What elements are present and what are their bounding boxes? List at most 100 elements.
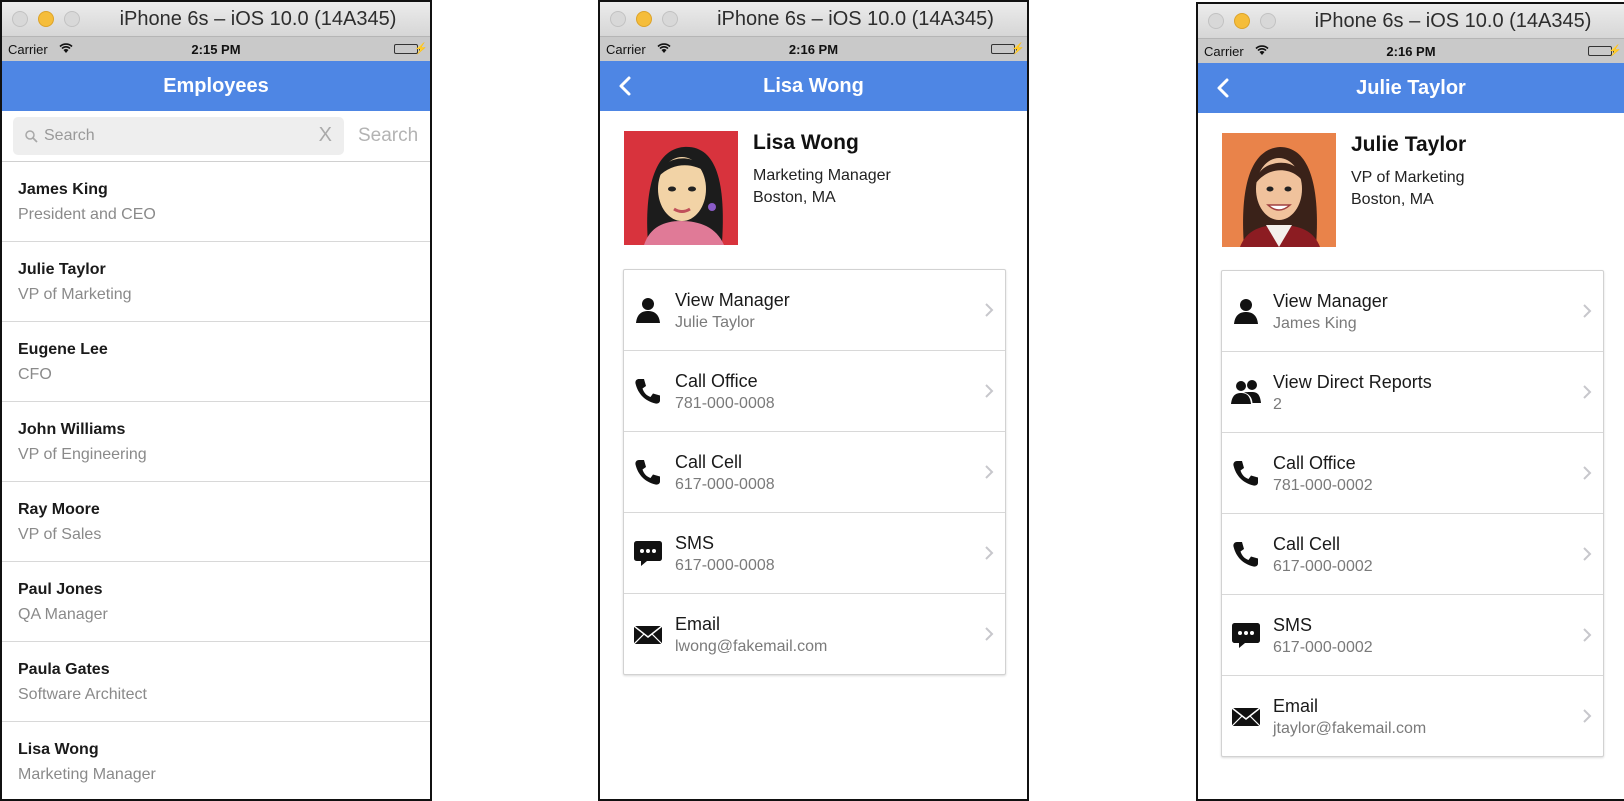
chevron-right-icon — [1583, 466, 1592, 480]
status-time: 2:16 PM — [788, 42, 839, 57]
mail-icon — [633, 625, 663, 645]
status-time: 2:16 PM — [1386, 44, 1436, 59]
employee-title: Software Architect — [18, 686, 147, 703]
action-value: 617-000-0008 — [675, 557, 775, 574]
action-label: SMS — [1273, 615, 1313, 635]
window-titlebar: iPhone 6s – iOS 10.0 (14A345) — [2, 2, 430, 37]
action-value: 781-000-0008 — [675, 395, 775, 412]
chevron-right-icon — [1583, 547, 1592, 561]
ios-status-bar: Carrier 2:16 PM ⚡ — [1198, 39, 1624, 63]
employee-row[interactable]: Paul Jones QA Manager — [2, 562, 430, 642]
minimize-window-button[interactable] — [636, 11, 652, 27]
minimize-window-button[interactable] — [38, 11, 54, 27]
action-label: Email — [1273, 696, 1319, 716]
profile-title: Marketing Manager — [753, 167, 891, 184]
simulator-window-lisa-wong: iPhone 6s – iOS 10.0 (14A345) Carrier 2:… — [598, 0, 1029, 801]
action-value: 2 — [1273, 396, 1282, 413]
chevron-right-icon — [985, 546, 994, 560]
window-title: iPhone 6s – iOS 10.0 (14A345) — [119, 8, 397, 30]
status-time: 2:15 PM — [191, 42, 241, 57]
employee-row[interactable]: John Williams VP of Engineering — [2, 402, 430, 482]
action-call-cell[interactable]: Call Cell 617-000-0008 — [624, 432, 1005, 513]
zoom-window-button[interactable] — [662, 11, 678, 27]
charging-icon: ⚡ — [1011, 43, 1025, 55]
employee-row[interactable]: Julie Taylor VP of Marketing — [2, 242, 430, 322]
chevron-right-icon — [985, 465, 994, 479]
charging-icon: ⚡ — [414, 43, 428, 55]
window-title: iPhone 6s – iOS 10.0 (14A345) — [1314, 10, 1592, 32]
employee-name: Paula Gates — [18, 661, 110, 678]
action-list: View Manager Julie Taylor Call Office 78… — [623, 269, 1006, 675]
action-value: 617-000-0002 — [1273, 558, 1373, 575]
action-sms[interactable]: SMS 617-000-0008 — [624, 513, 1005, 594]
traffic-lights — [1208, 13, 1276, 29]
chevron-right-icon — [985, 303, 994, 317]
clear-search-button[interactable]: X — [319, 124, 332, 147]
employee-row[interactable]: Ray Moore VP of Sales — [2, 482, 430, 562]
action-sms[interactable]: SMS 617-000-0002 — [1222, 595, 1603, 676]
action-label: View Manager — [1273, 291, 1388, 311]
profile-name: Lisa Wong — [753, 131, 859, 154]
minimize-window-button[interactable] — [1234, 13, 1250, 29]
zoom-window-button[interactable] — [1260, 13, 1276, 29]
action-list: View Manager James King View Direct Repo… — [1221, 270, 1604, 757]
action-call-cell[interactable]: Call Cell 617-000-0002 — [1222, 514, 1603, 595]
action-value: lwong@fakemail.com — [675, 638, 828, 655]
window-titlebar: iPhone 6s – iOS 10.0 (14A345) — [600, 2, 1027, 37]
phone-icon — [1233, 461, 1258, 486]
search-bar: Search X Search — [2, 111, 430, 162]
nav-bar: Employees — [2, 61, 430, 111]
action-view-manager[interactable]: View Manager Julie Taylor — [624, 270, 1005, 351]
nav-title: Lisa Wong — [763, 75, 864, 97]
action-value: 617-000-0002 — [1273, 639, 1373, 656]
nav-bar: Julie Taylor — [1198, 63, 1624, 113]
close-window-button[interactable] — [12, 11, 28, 27]
sms-icon — [634, 541, 662, 566]
window-title: iPhone 6s – iOS 10.0 (14A345) — [717, 8, 994, 30]
employee-title: QA Manager — [18, 606, 108, 623]
employee-name: Ray Moore — [18, 501, 100, 518]
sms-icon — [1232, 623, 1260, 648]
close-window-button[interactable] — [610, 11, 626, 27]
employee-title: VP of Engineering — [18, 446, 147, 463]
employee-list: James King President and CEO Julie Taylor… — [2, 162, 430, 799]
search-button[interactable]: Search — [358, 125, 418, 147]
zoom-window-button[interactable] — [64, 11, 80, 27]
action-call-office[interactable]: Call Office 781-000-0002 — [1222, 433, 1603, 514]
group-icon — [1231, 380, 1261, 404]
employee-row[interactable]: Eugene Lee CFO — [2, 322, 430, 402]
employee-title: CFO — [18, 366, 52, 383]
chevron-right-icon — [1583, 709, 1592, 723]
action-value: 617-000-0008 — [675, 476, 775, 493]
employee-row[interactable]: Lisa Wong Marketing Manager — [2, 722, 430, 799]
nav-title: Employees — [163, 75, 269, 97]
employee-profile: Julie Taylor VP of Marketing Boston, MA — [1198, 113, 1624, 266]
employee-title: President and CEO — [18, 206, 156, 223]
profile-location: Boston, MA — [1351, 191, 1434, 208]
action-value: jtaylor@fakemail.com — [1273, 720, 1427, 737]
action-call-office[interactable]: Call Office 781-000-0008 — [624, 351, 1005, 432]
ios-status-bar: Carrier 2:15 PM ⚡ — [2, 37, 430, 61]
action-value: Julie Taylor — [675, 314, 755, 331]
employee-name: James King — [18, 181, 108, 198]
action-email[interactable]: Email lwong@fakemail.com — [624, 594, 1005, 674]
employee-row[interactable]: James King President and CEO — [2, 162, 430, 242]
close-window-button[interactable] — [1208, 13, 1224, 29]
action-view-manager[interactable]: View Manager James King — [1222, 271, 1603, 352]
employee-row[interactable]: Paula Gates Software Architect — [2, 642, 430, 722]
employee-title: VP of Sales — [18, 526, 102, 543]
employee-photo — [1222, 133, 1336, 247]
action-label: Email — [675, 614, 721, 634]
action-label: View Manager — [675, 290, 790, 310]
chevron-right-icon — [1583, 628, 1592, 642]
employee-name: Paul Jones — [18, 581, 103, 598]
profile-title: VP of Marketing — [1351, 169, 1465, 186]
profile-name: Julie Taylor — [1351, 133, 1467, 156]
action-email[interactable]: Email jtaylor@fakemail.com — [1222, 676, 1603, 756]
person-icon — [636, 298, 660, 323]
action-view-direct-reports[interactable]: View Direct Reports 2 — [1222, 352, 1603, 433]
employee-photo — [624, 131, 738, 245]
search-input[interactable]: Search X — [13, 117, 344, 155]
charging-icon: ⚡ — [1608, 45, 1622, 57]
chevron-right-icon — [985, 384, 994, 398]
